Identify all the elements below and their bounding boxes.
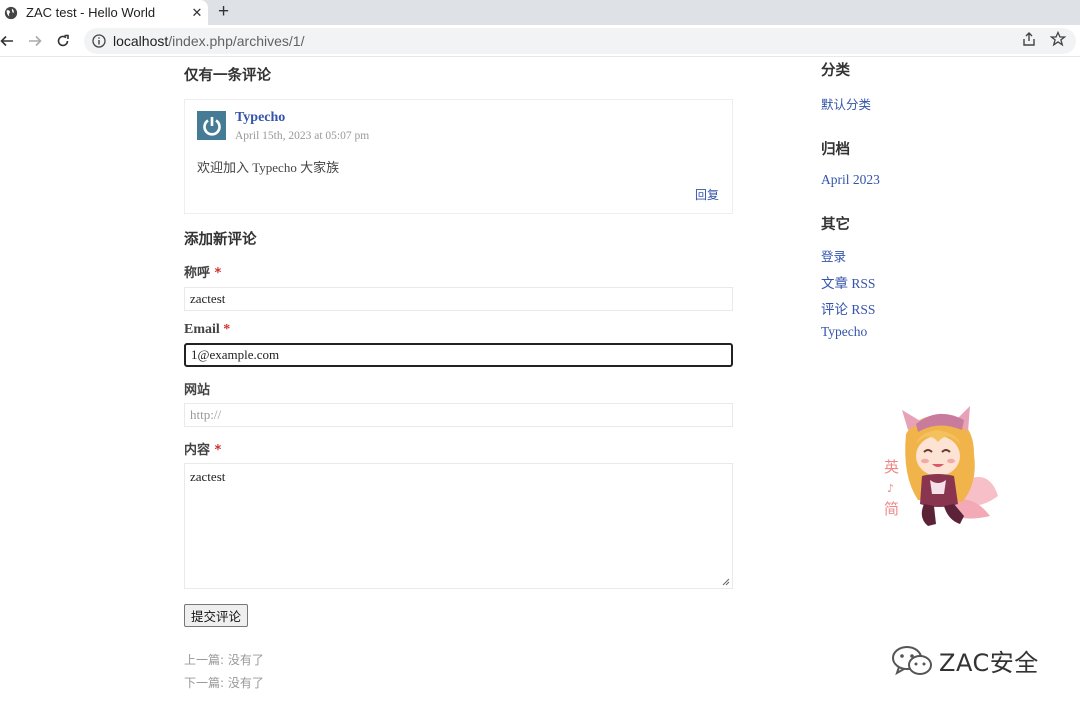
submit-comment-button[interactable]: 提交评论 xyxy=(184,604,249,627)
watermark-text: ZAC安全 xyxy=(939,649,1039,677)
archive-link[interactable]: April 2023 xyxy=(821,172,1021,188)
browser-tab[interactable]: ZAC test - Hello World ✕ xyxy=(0,0,208,25)
sidebar: 分类 默认分类 归档 April 2023 其它 登录 文章 RSS 评论 RS… xyxy=(821,57,1021,340)
email-input[interactable]: 1@example.com xyxy=(184,343,733,367)
email-label: Email * xyxy=(184,322,733,338)
name-label: 称呼 * xyxy=(184,262,733,281)
power-icon xyxy=(202,116,221,136)
comment-date[interactable]: April 15th, 2023 at 05:07 pm xyxy=(235,130,369,142)
mascot-char-1: 英 xyxy=(884,458,899,476)
reload-button[interactable] xyxy=(52,30,74,52)
tab-title: ZAC test - Hello World xyxy=(26,5,156,20)
comment-item: Typecho April 15th, 2023 at 05:07 pm 欢迎加… xyxy=(184,99,733,214)
comments-title: 仅有一条评论 xyxy=(184,68,271,84)
name-input[interactable]: zactest xyxy=(184,287,733,311)
share-icon[interactable] xyxy=(1021,31,1037,47)
typecho-link[interactable]: Typecho xyxy=(821,324,1021,340)
reload-icon xyxy=(57,34,69,47)
main-content: 仅有一条评论 Typecho April 15th, 2023 at 05:07… xyxy=(184,57,733,691)
email-label-text: Email xyxy=(184,322,220,337)
url-input[interactable]: http:// xyxy=(184,403,733,427)
content-label-text: 内容 xyxy=(184,443,211,458)
forward-button[interactable] xyxy=(24,30,46,52)
next-post-link[interactable]: 下一篇: 没有了 xyxy=(184,674,733,691)
browser-toolbar: localhost/index.php/archives/1/ xyxy=(0,25,1080,57)
category-link[interactable]: 默认分类 xyxy=(821,94,1021,113)
required-mark: * xyxy=(214,266,222,281)
posts-rss-link[interactable]: 文章 RSS xyxy=(821,272,1021,292)
comments-rss-link[interactable]: 评论 RSS xyxy=(821,298,1021,318)
url-path: /index.php/archives/1/ xyxy=(168,33,305,49)
content-text: zactest xyxy=(190,469,226,484)
address-bar[interactable]: localhost/index.php/archives/1/ xyxy=(84,28,1076,54)
bookmark-star-icon[interactable] xyxy=(1050,31,1066,47)
wechat-icon xyxy=(892,645,932,675)
resize-grip-icon[interactable] xyxy=(722,578,730,586)
archives-title: 归档 xyxy=(821,142,850,158)
new-tab-button[interactable]: + xyxy=(218,1,229,23)
respond-title: 添加新评论 xyxy=(184,232,257,248)
required-mark: * xyxy=(214,443,222,458)
prev-post-link[interactable]: 上一篇: 没有了 xyxy=(184,651,733,668)
mascot-char-3: 简 xyxy=(884,500,899,518)
back-button[interactable] xyxy=(0,30,18,52)
info-icon[interactable] xyxy=(92,34,106,48)
url-text: localhost/index.php/archives/1/ xyxy=(113,33,304,49)
login-link[interactable]: 登录 xyxy=(821,246,1021,265)
browser-tab-bar: ZAC test - Hello World ✕ + xyxy=(0,0,1080,25)
categories-title: 分类 xyxy=(821,63,850,79)
url-host: localhost xyxy=(113,33,169,49)
comment-text: 欢迎加入 Typecho 大家族 xyxy=(197,160,340,175)
globe-icon xyxy=(4,6,18,19)
content-textarea[interactable]: zactest xyxy=(184,463,733,589)
arrow-right-icon xyxy=(29,35,42,47)
required-mark: * xyxy=(223,322,231,337)
reply-link[interactable]: 回复 xyxy=(695,186,719,203)
mascot-illustration[interactable]: 英 ♪ 简 xyxy=(878,404,1002,530)
close-tab-icon[interactable]: ✕ xyxy=(186,5,208,21)
watermark: ZAC安全 xyxy=(891,643,1039,678)
name-label-text: 称呼 xyxy=(184,266,211,281)
content-label: 内容 * xyxy=(184,439,733,458)
arrow-left-icon xyxy=(0,35,13,47)
url-label: 网站 xyxy=(184,383,211,398)
comment-author[interactable]: Typecho xyxy=(235,110,285,126)
other-title: 其它 xyxy=(821,217,850,233)
mascot-char-2: ♪ xyxy=(887,482,894,495)
avatar xyxy=(197,111,226,140)
